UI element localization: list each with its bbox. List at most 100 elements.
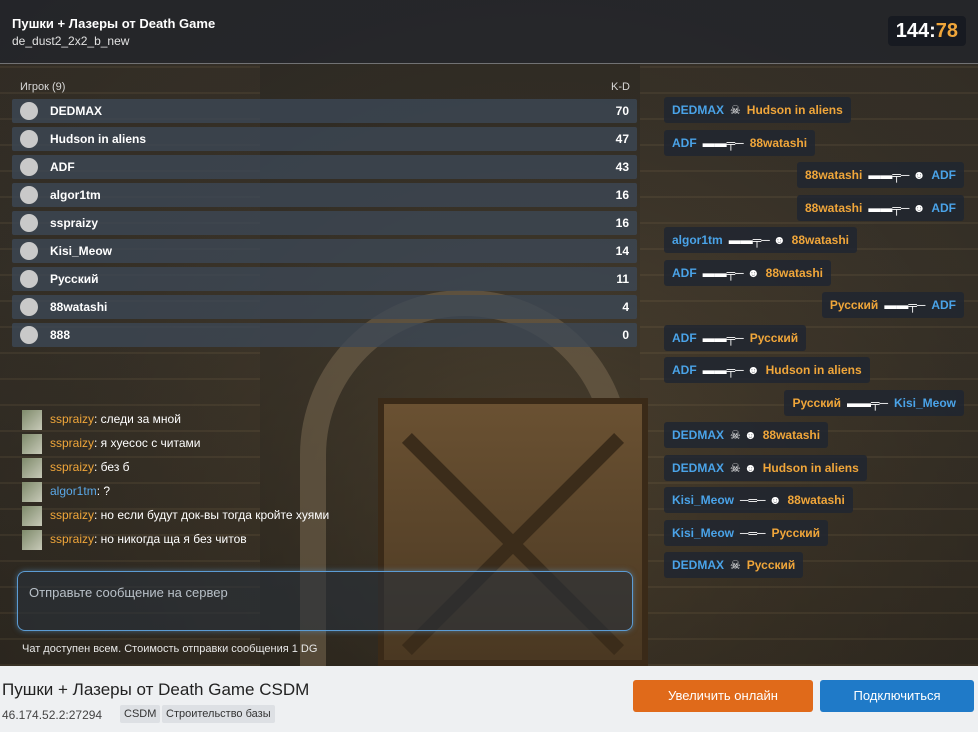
rifle-headshot-icon: ▬▬╤─ ☻ — [728, 233, 786, 247]
kill-entry: Kisi_Meow ─═─ ☻ 88watashi — [664, 487, 853, 513]
kill-entry: Русский ▬▬╤─ ADF — [821, 292, 964, 318]
kill-attacker: ADF — [672, 330, 697, 345]
chat-note: Чат доступен всем. Стоимость отправки со… — [22, 643, 318, 655]
scoreboard-row[interactable]: 88watashi 4 — [12, 295, 637, 319]
kill-entry: 88watashi ▬▬╤─ ☻ ADF — [796, 162, 964, 188]
scoreboard-row[interactable]: Kisi_Meow 14 — [12, 239, 637, 263]
boost-online-button[interactable]: Увеличить онлайн — [633, 680, 813, 712]
player-avatar — [20, 130, 38, 148]
kill-attacker: ADF — [672, 265, 697, 280]
scoreboard-row[interactable]: 888 0 — [12, 323, 637, 347]
kill-victim: 88watashi — [749, 135, 808, 150]
kill-attacker: 88watashi — [804, 200, 863, 215]
kill-entry: 88watashi ▬▬╤─ ☻ ADF — [796, 194, 964, 221]
server-header: Пушки + Лазеры от Death Game de_dust2_2x… — [0, 0, 978, 64]
timer-minutes: 144 — [895, 20, 930, 42]
kill-entry: ADF ▬▬╤─ 88watashi — [664, 129, 816, 156]
kill-entry: ADF ▬▬╤─ ☻ 88watashi — [664, 259, 832, 286]
player-name: Русский — [50, 272, 99, 286]
tag-mode[interactable]: CSDM — [120, 705, 161, 723]
player-score: 4 — [622, 300, 629, 314]
player-avatar — [20, 298, 38, 316]
kill-victim: 88watashi — [787, 493, 845, 507]
chat-username[interactable]: sspraizy — [50, 412, 94, 426]
skull-headshot-icon: ☠ ☻ — [730, 460, 757, 475]
server-title: Пушки + Лазеры от Death Game — [12, 16, 216, 31]
chat-username[interactable]: sspraizy — [50, 436, 94, 450]
server-ip[interactable]: 46.174.52.2:27294 — [2, 708, 102, 722]
chat-text: : следи за мной — [94, 412, 181, 427]
player-score: 0 — [622, 328, 629, 342]
kill-victim: Русский — [771, 525, 821, 540]
scoreboard-row[interactable]: sspraizy 16 — [12, 211, 637, 235]
scoreboard-row[interactable]: Hudson in aliens 47 — [12, 127, 637, 151]
scoreboard-row[interactable]: DEDMAX 70 — [12, 99, 637, 123]
player-avatar — [20, 158, 38, 176]
chat-text: : но никогда ща я без читов — [94, 532, 247, 547]
kill-attacker: DEDMAX — [672, 460, 725, 475]
chat-avatar — [22, 410, 42, 430]
player-name: Hudson in aliens — [50, 132, 147, 146]
rifle-headshot-icon: ▬▬╤─ ☻ — [868, 168, 926, 182]
kill-victim: ADF — [931, 298, 956, 312]
player-avatar — [20, 270, 38, 288]
kill-victim: Русский — [749, 330, 799, 345]
scoreboard-row[interactable]: Русский 11 — [12, 267, 637, 291]
chat-username[interactable]: sspraizy — [50, 460, 94, 474]
kill-entry: algor1tm ▬▬╤─ ☻ 88watashi — [664, 227, 858, 253]
chat-avatar — [22, 434, 42, 454]
player-name: algor1tm — [50, 188, 101, 202]
scoreboard-kd-label: K-D — [611, 81, 630, 93]
kill-victim: 88watashi — [765, 265, 824, 280]
player-score: 47 — [615, 132, 629, 146]
rifle-headshot-icon: ▬▬╤─ ☻ — [702, 363, 760, 377]
kill-victim: Русский — [746, 558, 796, 572]
player-name: DEDMAX — [50, 104, 103, 118]
kill-attacker: 88watashi — [804, 168, 863, 182]
chat-avatar — [22, 482, 42, 502]
scoreboard-row[interactable]: algor1tm 16 — [12, 183, 637, 207]
player-score: 70 — [615, 104, 629, 118]
kill-entry: ADF ▬▬╤─ Русский — [664, 324, 807, 351]
player-avatar — [20, 102, 38, 120]
chat-input[interactable] — [17, 571, 633, 631]
chat-avatar — [22, 530, 42, 550]
kill-attacker: ADF — [672, 135, 697, 150]
kill-entry: ADF ▬▬╤─ ☻ Hudson in aliens — [664, 357, 870, 383]
chat-username[interactable]: sspraizy — [50, 508, 94, 522]
kill-attacker: algor1tm — [672, 233, 723, 247]
player-name: sspraizy — [50, 216, 99, 230]
kill-attacker: DEDMAX — [672, 558, 725, 572]
timer-seconds: 78 — [935, 20, 958, 42]
rifle-icon: ▬▬╤─ — [702, 135, 744, 150]
kill-attacker: Kisi_Meow — [672, 525, 735, 540]
chat-text: : без б — [94, 460, 130, 475]
chat-message: sspraizy: без б — [22, 458, 130, 478]
kill-attacker: Русский — [829, 298, 879, 312]
timer-separator: : — [929, 20, 936, 42]
kill-attacker: DEDMAX — [672, 103, 725, 117]
chat-username[interactable]: algor1tm — [50, 484, 97, 498]
laser-headshot-icon: ─═─ ☻ — [740, 493, 782, 507]
scoreboard-header: Игрок (9) K-D — [20, 81, 630, 93]
kill-attacker: DEDMAX — [672, 428, 725, 442]
chat-text: : но если будут док-вы тогда кройте хуям… — [94, 508, 330, 523]
rifle-headshot-icon: ▬▬╤─ ☻ — [868, 200, 926, 215]
chat-avatar — [22, 458, 42, 478]
kill-entry: DEDMAX ☠ Hudson in aliens — [664, 97, 851, 123]
kill-entry: Kisi_Meow ─═─ Русский — [664, 519, 829, 546]
laser-icon: ─═─ — [740, 525, 766, 540]
map-name: de_dust2_2x2_b_new — [12, 34, 130, 48]
skull-icon: ☠ — [730, 558, 741, 572]
kill-victim: 88watashi — [791, 233, 850, 247]
tag-category[interactable]: Строительство базы — [162, 705, 275, 723]
connect-button[interactable]: Подключиться — [820, 680, 974, 712]
scoreboard-row[interactable]: ADF 43 — [12, 155, 637, 179]
player-name: 88watashi — [50, 300, 108, 314]
kill-victim: Hudson in aliens — [765, 363, 862, 377]
kill-attacker: Kisi_Meow — [672, 493, 735, 507]
chat-username[interactable]: sspraizy — [50, 532, 94, 546]
footer-server-title: Пушки + Лазеры от Death Game CSDM — [2, 680, 310, 699]
player-avatar — [20, 242, 38, 260]
player-score: 43 — [615, 160, 629, 174]
